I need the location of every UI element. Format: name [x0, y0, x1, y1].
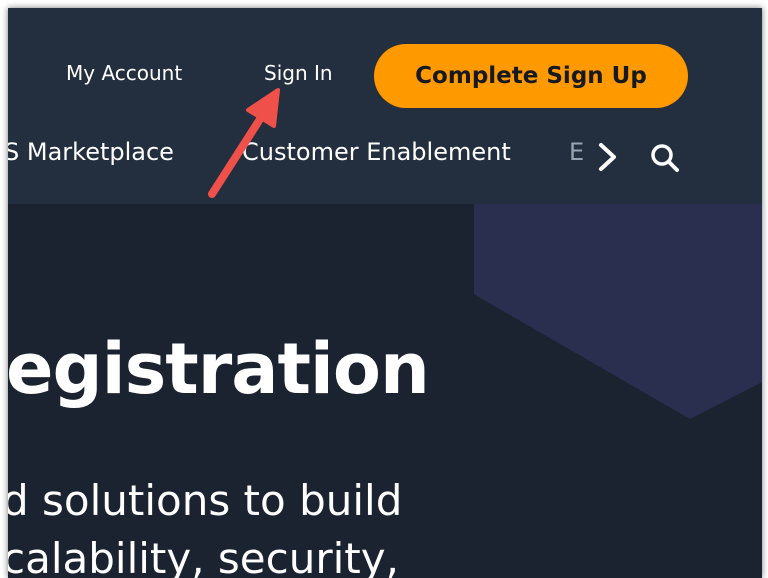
sign-in-link[interactable]: Sign In: [264, 61, 333, 85]
subnav-item-customer-enablement[interactable]: Customer Enablement: [242, 138, 511, 166]
search-icon[interactable]: [648, 141, 682, 175]
subnav-item-marketplace[interactable]: S Marketplace: [8, 138, 174, 166]
hero-decorative-shape: [474, 204, 762, 419]
subnav-item-partial[interactable]: E: [569, 138, 584, 166]
hero-description-line-2: calability, security,: [8, 534, 399, 578]
complete-sign-up-button[interactable]: Complete Sign Up: [374, 44, 688, 108]
hero-description-line-1: d solutions to build: [8, 476, 403, 525]
hero-title: egistration: [8, 328, 430, 410]
hero-description: d solutions to build calability, securit…: [8, 472, 402, 578]
my-account-link[interactable]: My Account: [66, 61, 182, 85]
chevron-right-icon[interactable]: [594, 140, 622, 174]
browser-viewport: My Account Sign In Complete Sign Up S Ma…: [8, 8, 762, 578]
